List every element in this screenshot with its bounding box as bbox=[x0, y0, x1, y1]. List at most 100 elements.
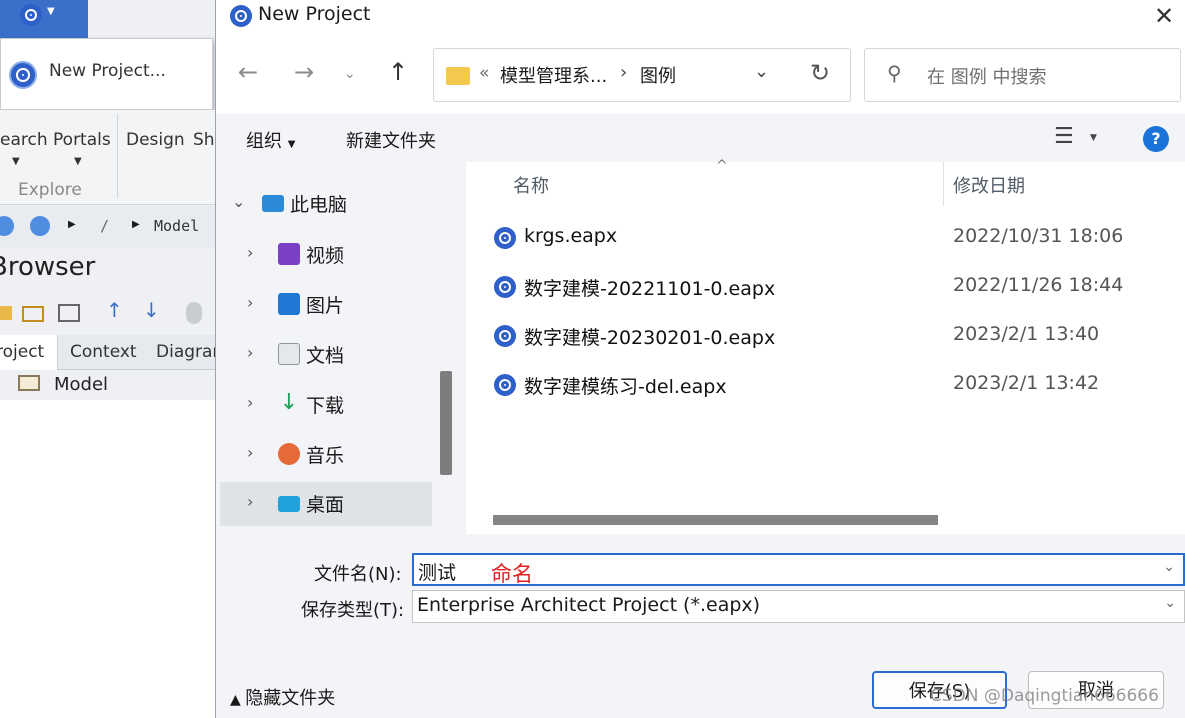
browser-tabs: roject Context Diagrar bbox=[0, 335, 215, 370]
file-row[interactable]: 数字建模练习-del.eapx 2023/2/1 13:42 bbox=[466, 362, 1185, 406]
breadcrumb-part[interactable]: 图例 bbox=[640, 62, 676, 88]
organize-button[interactable]: 组织 ▼ bbox=[246, 127, 295, 153]
tree-item-pictures[interactable]: › 图片 bbox=[220, 283, 432, 327]
horizontal-scrollbar[interactable] bbox=[493, 515, 938, 525]
search-box[interactable]: ⚲ 在 图例 中搜索 bbox=[864, 48, 1181, 102]
chevron-down-icon: ⌄ bbox=[232, 192, 246, 211]
browser-tree-area bbox=[0, 400, 215, 718]
dropdown-arrow-icon: ▼ bbox=[12, 156, 20, 167]
breadcrumb-root[interactable]: / bbox=[100, 217, 109, 235]
download-icon: ↓ bbox=[279, 390, 299, 415]
tree-item-model[interactable]: Model bbox=[0, 370, 215, 400]
move-down-icon[interactable]: ↓ bbox=[143, 298, 160, 322]
help-icon[interactable]: ? bbox=[1143, 126, 1169, 152]
tree-item-music[interactable]: › 音乐 bbox=[220, 433, 432, 477]
app-menu-popup: New Project... bbox=[0, 38, 213, 110]
filename-value: 测试 bbox=[418, 562, 457, 584]
browser-title: Browser bbox=[0, 252, 95, 282]
breadcrumb-chevron-icon: › bbox=[620, 62, 628, 83]
tree-item-label: 视频 bbox=[306, 245, 345, 267]
chevron-down-icon: ▼ bbox=[47, 6, 55, 17]
desktop-icon bbox=[278, 496, 300, 512]
up-arrow-icon[interactable]: ↑ bbox=[388, 58, 408, 86]
chevron-down-icon[interactable]: ⌄ bbox=[1163, 559, 1175, 575]
file-row[interactable]: krgs.eapx 2022/10/31 18:06 bbox=[466, 215, 1185, 259]
ribbon-item-portals[interactable]: earch Portals bbox=[0, 130, 111, 150]
file-date: 2023/2/1 13:42 bbox=[953, 372, 1100, 394]
refresh-icon[interactable]: ↻ bbox=[810, 59, 830, 87]
folder-icon[interactable] bbox=[0, 306, 12, 320]
help-label: ? bbox=[1151, 129, 1161, 148]
address-bar[interactable]: « 模型管理系... › 图例 ⌄ ↻ bbox=[433, 48, 851, 102]
close-icon[interactable]: ✕ bbox=[1154, 2, 1174, 30]
ribbon-divider bbox=[117, 114, 118, 198]
filetype-select[interactable]: Enterprise Architect Project (*.eapx) ⌄ bbox=[412, 590, 1185, 623]
hand-icon[interactable] bbox=[186, 302, 202, 324]
back-arrow-icon[interactable]: ← bbox=[238, 58, 258, 86]
title-bar: New Project ✕ bbox=[216, 0, 1185, 34]
chevron-right-icon: › bbox=[247, 243, 254, 262]
chevron-down-icon[interactable]: ▼ bbox=[1090, 133, 1097, 143]
file-row[interactable]: 数字建模-20221101-0.eapx 2022/11/26 18:44 bbox=[466, 264, 1185, 308]
eapx-file-icon bbox=[494, 276, 516, 298]
column-header-modified[interactable]: 修改日期 bbox=[953, 172, 1025, 198]
package-icon bbox=[18, 375, 40, 391]
chevron-right-icon: › bbox=[247, 443, 254, 462]
chevron-down-icon: ▼ bbox=[287, 139, 296, 150]
document-icon bbox=[278, 343, 300, 365]
ea-logo-icon bbox=[230, 5, 252, 27]
file-date: 2023/2/1 13:40 bbox=[953, 323, 1100, 345]
tab-context[interactable]: Context bbox=[70, 335, 137, 370]
tree-item-desktop[interactable]: › 桌面 bbox=[220, 482, 432, 526]
column-header-name[interactable]: 名称 bbox=[513, 172, 549, 198]
view-options-icon[interactable]: ☰ bbox=[1054, 124, 1074, 149]
forward-circle-icon[interactable] bbox=[30, 216, 50, 236]
back-circle-icon[interactable] bbox=[0, 216, 14, 236]
tree-item-downloads[interactable]: › ↓ 下载 bbox=[220, 383, 432, 427]
search-icon: ⚲ bbox=[887, 61, 902, 85]
recent-chevron-icon[interactable]: ⌄ bbox=[344, 66, 356, 82]
browser-toolbar: ↑ ↓ bbox=[0, 296, 215, 330]
breadcrumb-part[interactable]: 模型管理系... bbox=[500, 62, 607, 88]
ribbon-item-design[interactable]: Design bbox=[126, 130, 185, 150]
ribbon: earch Portals Design Sh ▼ ▼ Explore bbox=[0, 110, 215, 205]
new-project-label: New Project... bbox=[49, 61, 166, 81]
hide-folders-label: 隐藏文件夹 bbox=[245, 688, 336, 709]
column-divider bbox=[943, 162, 944, 206]
watermark: CSDN @Daqingtian666666 bbox=[930, 686, 1159, 706]
tree-item-videos[interactable]: › 视频 bbox=[220, 233, 432, 277]
tab-diagram[interactable]: Diagrar bbox=[156, 335, 215, 370]
tree-item-label: Model bbox=[54, 374, 109, 395]
forward-arrow-icon[interactable]: → bbox=[294, 58, 314, 86]
dropdown-arrow-icon: ▼ bbox=[74, 156, 82, 167]
tree-item-this-pc[interactable]: ⌄ 此电脑 bbox=[220, 182, 432, 226]
diagram-icon[interactable] bbox=[58, 304, 80, 322]
tree-item-label: 文档 bbox=[306, 345, 345, 367]
eapx-file-icon bbox=[494, 227, 516, 249]
hide-folders-toggle[interactable]: ▲ 隐藏文件夹 bbox=[230, 684, 335, 710]
vertical-scrollbar[interactable] bbox=[440, 371, 452, 475]
dialog-title: New Project bbox=[258, 3, 371, 25]
ribbon-item-sh[interactable]: Sh bbox=[193, 130, 215, 150]
filename-input[interactable]: 测试 命名 ⌄ bbox=[412, 553, 1185, 586]
file-row[interactable]: 数字建模-20230201-0.eapx 2023/2/1 13:40 bbox=[466, 313, 1185, 357]
file-name: krgs.eapx bbox=[524, 225, 618, 247]
new-folder-button[interactable]: 新建文件夹 bbox=[346, 127, 436, 153]
move-up-icon[interactable]: ↑ bbox=[106, 298, 123, 322]
annotation-label: 命名 bbox=[491, 562, 533, 586]
new-project-menu-item[interactable]: New Project... bbox=[3, 49, 209, 97]
folder-icon[interactable] bbox=[22, 306, 44, 322]
tree-item-label: 图片 bbox=[306, 295, 345, 317]
ea-project-icon bbox=[9, 61, 37, 89]
tree-item-documents[interactable]: › 文档 bbox=[220, 333, 432, 377]
background-app: ▼ New Project... earch Portals Design Sh… bbox=[0, 0, 215, 718]
app-menu-button[interactable]: ▼ bbox=[0, 0, 88, 38]
computer-icon bbox=[262, 195, 284, 212]
tab-project-label: roject bbox=[0, 342, 45, 362]
organize-label: 组织 bbox=[246, 131, 282, 152]
tab-project[interactable]: roject bbox=[0, 335, 58, 370]
address-dropdown-icon[interactable]: ⌄ bbox=[754, 61, 769, 82]
filetype-value: Enterprise Architect Project (*.eapx) bbox=[417, 594, 761, 616]
breadcrumb-model[interactable]: Model bbox=[154, 217, 199, 235]
ribbon-group-label: Explore bbox=[18, 180, 82, 200]
